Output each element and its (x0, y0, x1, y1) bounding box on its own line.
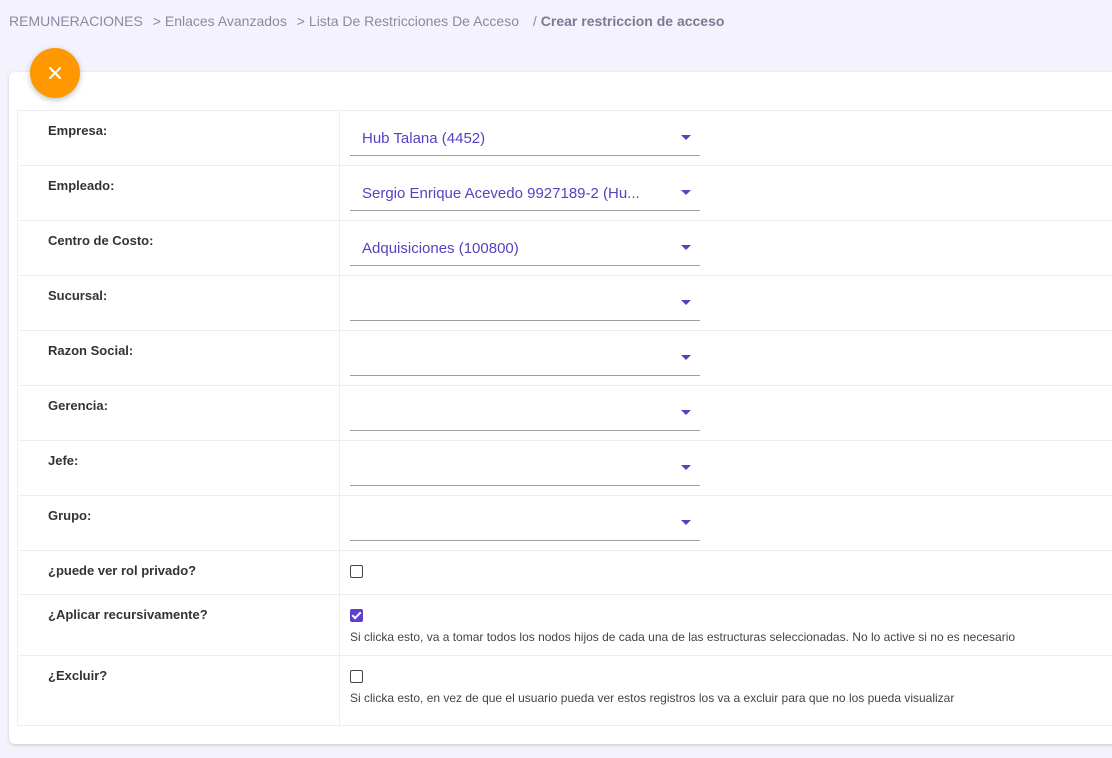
breadcrumb-item-lista-restricciones[interactable]: Lista De Restricciones De Acceso (309, 13, 519, 29)
excluir-help-text: Si clicka esto, en vez de que el usuario… (350, 691, 955, 705)
empresa-label: Empresa: (48, 123, 108, 138)
empleado-select[interactable]: Sergio Enrique Acevedo 9927189-2 (Hu... (350, 176, 700, 211)
caret-down-icon (681, 245, 691, 250)
form-row-empleado: Empleado: Sergio Enrique Acevedo 9927189… (17, 165, 1112, 221)
form-row-sucursal: Sucursal: (17, 275, 1112, 331)
breadcrumb-separator-current: / (532, 13, 537, 29)
caret-down-icon (681, 135, 691, 140)
empresa-select[interactable]: Hub Talana (4452) (350, 121, 700, 156)
jefe-select[interactable] (350, 451, 700, 486)
close-button[interactable] (30, 48, 80, 98)
form-card: Empresa: Hub Talana (4452) Empleado: Ser… (9, 72, 1112, 744)
caret-down-icon (681, 520, 691, 525)
empresa-select-value: Hub Talana (4452) (362, 130, 486, 147)
grupo-label: Grupo: (48, 508, 92, 523)
close-icon (49, 67, 61, 79)
centro-costo-label: Centro de Costo: (48, 233, 154, 248)
sucursal-label: Sucursal: (48, 288, 108, 303)
recursivo-help-text: Si clicka esto, va a tomar todos los nod… (350, 630, 1016, 644)
caret-down-icon (681, 465, 691, 470)
restriction-form: Empresa: Hub Talana (4452) Empleado: Ser… (17, 110, 1112, 726)
empleado-label: Empleado: (48, 178, 115, 193)
rol-privado-label: ¿puede ver rol privado? (48, 563, 197, 578)
gerencia-select[interactable] (350, 396, 700, 431)
breadcrumb: REMUNERACIONES > Enlaces Avanzados > Lista… (9, 13, 724, 29)
form-row-excluir: ¿Excluir? Si clicka esto, en vez de que … (17, 655, 1112, 726)
gerencia-label: Gerencia: (48, 398, 108, 413)
breadcrumb-separator: > (296, 13, 305, 29)
breadcrumb-item-enlaces-avanzados[interactable]: Enlaces Avanzados (165, 13, 287, 29)
form-row-razon-social: Razon Social: (17, 330, 1112, 386)
form-row-empresa: Empresa: Hub Talana (4452) (17, 110, 1112, 166)
form-row-gerencia: Gerencia: (17, 385, 1112, 441)
centro-costo-select-value: Adquisiciones (100800) (362, 240, 519, 257)
caret-down-icon (681, 410, 691, 415)
form-row-rol-privado: ¿puede ver rol privado? (17, 550, 1112, 595)
caret-down-icon (681, 300, 691, 305)
grupo-select[interactable] (350, 506, 700, 541)
caret-down-icon (681, 355, 691, 360)
recursivo-checkbox[interactable] (350, 609, 363, 622)
breadcrumb-item-remuneraciones[interactable]: REMUNERACIONES (9, 13, 143, 29)
recursivo-label: ¿Aplicar recursivamente? (48, 607, 208, 622)
sucursal-select[interactable] (350, 286, 700, 321)
breadcrumb-separator: > (152, 13, 161, 29)
form-row-jefe: Jefe: (17, 440, 1112, 496)
razon-social-label: Razon Social: (48, 343, 134, 358)
excluir-label: ¿Excluir? (48, 668, 108, 683)
rol-privado-checkbox[interactable] (350, 565, 363, 578)
razon-social-select[interactable] (350, 341, 700, 376)
excluir-checkbox[interactable] (350, 670, 363, 683)
form-row-grupo: Grupo: (17, 495, 1112, 551)
form-row-recursivo: ¿Aplicar recursivamente? Si clicka esto,… (17, 594, 1112, 656)
caret-down-icon (681, 190, 691, 195)
centro-costo-select[interactable]: Adquisiciones (100800) (350, 231, 700, 266)
breadcrumb-current: Crear restriccion de acceso (540, 13, 725, 29)
empleado-select-value: Sergio Enrique Acevedo 9927189-2 (Hu... (362, 185, 640, 202)
form-row-centro-costo: Centro de Costo: Adquisiciones (100800) (17, 220, 1112, 276)
jefe-label: Jefe: (48, 453, 79, 468)
